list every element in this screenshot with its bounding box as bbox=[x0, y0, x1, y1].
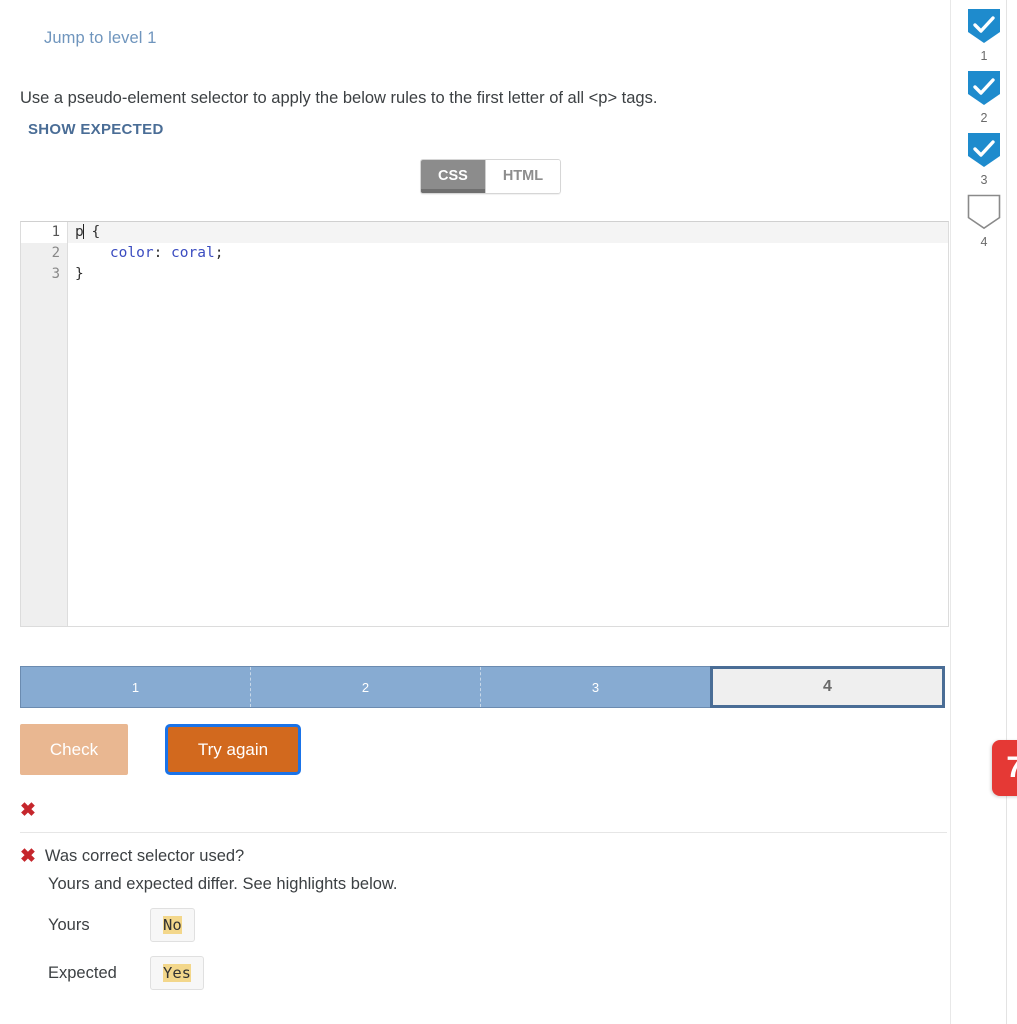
result-detail-text: Yours and expected differ. See highlight… bbox=[48, 875, 398, 893]
code-line[interactable]: } bbox=[68, 264, 948, 285]
level-badge-rail: 1 2 3 4 bbox=[950, 0, 1017, 1024]
expected-row: Expected Yes bbox=[48, 956, 640, 990]
results-divider bbox=[20, 832, 947, 833]
gutter-line-number: 3 bbox=[51, 266, 60, 282]
level-badge-number: 4 bbox=[980, 235, 988, 249]
yours-label: Yours bbox=[48, 915, 90, 934]
check-shield-icon bbox=[967, 70, 1001, 106]
css-property-token: color bbox=[109, 245, 154, 261]
level-badge-number: 2 bbox=[980, 111, 988, 125]
progress-segment-4[interactable]: 4 bbox=[710, 666, 945, 708]
gutter-line-number: 1 bbox=[21, 222, 67, 243]
tab-css[interactable]: CSS bbox=[421, 160, 485, 193]
main-content: Jump to level 1 Use a pseudo-element sel… bbox=[0, 0, 950, 1024]
gutter-line-number: 2 bbox=[51, 245, 60, 261]
editor-gutter: 1 2 3 bbox=[21, 222, 68, 626]
level-badge-4[interactable]: 4 bbox=[963, 194, 1005, 249]
level-badge-3[interactable]: 3 bbox=[963, 132, 1005, 187]
code-line[interactable]: color: coral; bbox=[68, 243, 948, 264]
expected-label: Expected bbox=[48, 963, 117, 982]
check-shield-icon bbox=[967, 132, 1001, 168]
editor-code-area[interactable]: p { color: coral; } bbox=[68, 222, 948, 626]
overall-result-status: ✖ bbox=[20, 801, 36, 821]
notification-badge[interactable]: 74 bbox=[992, 740, 1017, 796]
cross-icon: ✖ bbox=[20, 846, 36, 867]
code-editor[interactable]: 1 2 3 p { color: coral; } bbox=[20, 221, 949, 627]
try-again-button[interactable]: Try again bbox=[165, 724, 301, 775]
instruction-text: Use a pseudo-element selector to apply t… bbox=[20, 89, 658, 107]
editor-language-tabs: CSS HTML bbox=[420, 159, 562, 194]
result-question-text: Was correct selector used? bbox=[44, 847, 245, 865]
yours-value-box: No bbox=[150, 908, 195, 942]
level-badge-2[interactable]: 2 bbox=[963, 70, 1005, 125]
rail-divider bbox=[1006, 0, 1007, 1024]
jump-to-level-link[interactable]: Jump to level 1 bbox=[44, 29, 156, 48]
cross-icon: ✖ bbox=[20, 800, 36, 821]
show-expected-button[interactable]: SHOW EXPECTED bbox=[28, 121, 164, 138]
page-root: Jump to level 1 Use a pseudo-element sel… bbox=[0, 0, 1017, 1024]
css-semicolon-token: ; bbox=[214, 245, 224, 261]
result-question-row: ✖ Was correct selector used? bbox=[20, 847, 640, 866]
expected-value: Yes bbox=[163, 964, 191, 982]
yours-row: Yours No bbox=[48, 908, 640, 942]
progress-segment-3[interactable]: 3 bbox=[480, 667, 710, 707]
css-brace-token: { bbox=[82, 224, 101, 240]
level-badge-number: 3 bbox=[980, 173, 988, 187]
level-badge-number: 1 bbox=[980, 49, 988, 63]
empty-shield-icon bbox=[967, 194, 1001, 230]
css-brace-token: } bbox=[75, 266, 84, 282]
code-line[interactable]: p { bbox=[68, 222, 948, 243]
tab-html[interactable]: HTML bbox=[484, 160, 561, 193]
progress-segment-1[interactable]: 1 bbox=[21, 667, 250, 707]
level-progress-bar: 1 2 3 4 bbox=[20, 666, 945, 708]
check-shield-icon bbox=[967, 8, 1001, 44]
level-badge-1[interactable]: 1 bbox=[963, 8, 1005, 63]
results-panel: ✖ Was correct selector used? Yours and e… bbox=[20, 847, 640, 990]
progress-segment-2[interactable]: 2 bbox=[250, 667, 480, 707]
check-button[interactable]: Check bbox=[20, 724, 128, 775]
css-value-token: coral bbox=[171, 245, 215, 261]
yours-value: No bbox=[163, 916, 182, 934]
css-colon-token: : bbox=[153, 245, 172, 261]
expected-value-box: Yes bbox=[150, 956, 204, 990]
